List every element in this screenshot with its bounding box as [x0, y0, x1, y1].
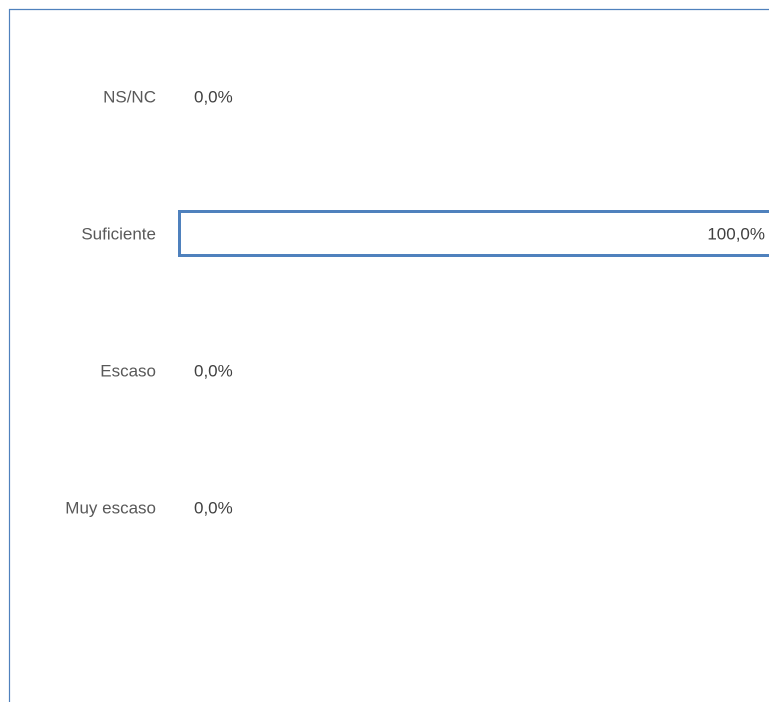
chart-frame — [8, 8, 769, 702]
bar-chart: NS/NC 0,0% Suficiente 100,0% Escaso 0,0% Muy e… — [8, 8, 769, 702]
data-label: 0,0% — [194, 362, 233, 381]
data-label: 100,0% — [707, 225, 765, 244]
category-label: NS/NC — [103, 88, 156, 107]
category-label: Muy escaso — [65, 499, 156, 518]
chart-container: NS/NC 0,0% Suficiente 100,0% Escaso 0,0% Muy e… — [0, 0, 769, 702]
data-label: 0,0% — [194, 88, 233, 107]
data-label: 0,0% — [194, 499, 233, 518]
category-label: Escaso — [100, 362, 156, 381]
category-label: Suficiente — [81, 225, 156, 244]
bar — [178, 210, 769, 257]
